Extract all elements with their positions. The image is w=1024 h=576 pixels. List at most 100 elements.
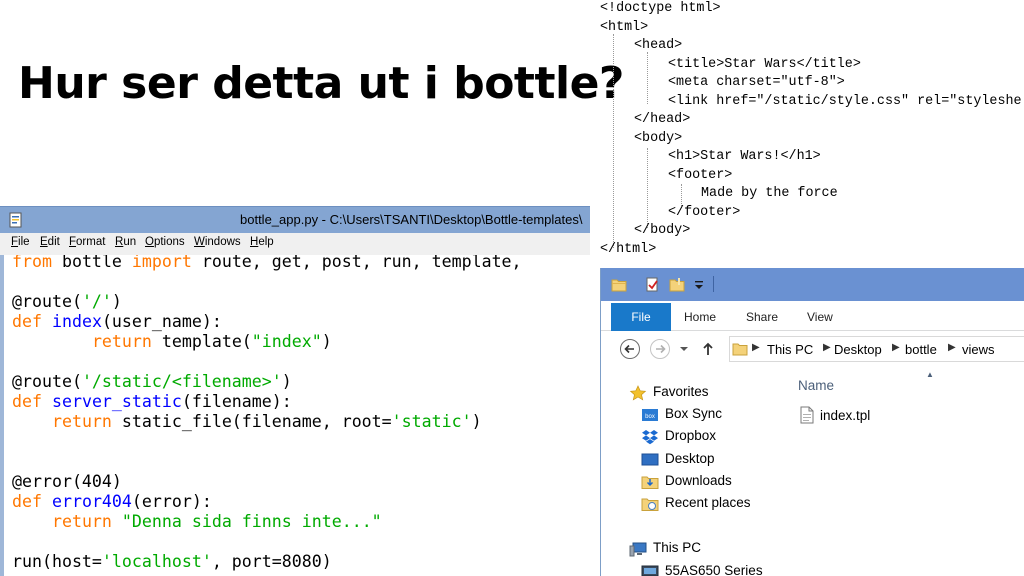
menu-label: dit <box>47 236 60 248</box>
chevron-right-icon[interactable]: ▶ <box>752 342 760 353</box>
chevron-right-icon[interactable]: ▶ <box>823 342 831 353</box>
code-keyword: def <box>12 312 42 331</box>
dropbox-icon <box>642 430 658 445</box>
nav-item-label: Desktop <box>665 451 715 466</box>
breadcrumb-bottle[interactable]: bottle <box>905 342 937 357</box>
menu-edit[interactable]: Edit <box>40 236 60 248</box>
menu-run[interactable]: Run <box>115 236 136 248</box>
indent-guide <box>647 148 648 228</box>
code-string: '/' <box>81 292 112 311</box>
menu-options[interactable]: Options <box>145 236 185 248</box>
menu-label: ormat <box>76 236 106 248</box>
breadcrumb-desktop[interactable]: Desktop <box>834 342 882 357</box>
code-text: static_file(filename, root= <box>111 412 392 431</box>
code-keyword: def <box>12 492 42 511</box>
code-text: (user_name): <box>101 312 222 331</box>
forward-arrow-icon[interactable] <box>649 338 671 360</box>
html-code-line: </head> <box>634 112 691 127</box>
customize-toolbar-icon[interactable] <box>691 277 707 292</box>
menu-help[interactable]: Help <box>250 236 274 248</box>
code-line: @route('/') <box>12 292 122 312</box>
properties-icon[interactable] <box>644 277 660 292</box>
star-icon <box>629 385 647 401</box>
ribbon-tab-home[interactable]: Home <box>684 310 716 324</box>
idle-titlebar[interactable]: bottle_app.py - C:\Users\TSANTI\Desktop\… <box>0 206 590 233</box>
code-keyword: return <box>51 512 112 531</box>
html-code-line: </html> <box>600 241 657 257</box>
breadcrumb-views[interactable]: views <box>962 342 995 357</box>
html-code-line: <h1>Star Wars!</h1> <box>668 149 821 164</box>
python-file-icon[interactable] <box>8 212 24 228</box>
code-keyword: return <box>91 332 152 351</box>
menu-mnemonic: O <box>145 236 154 248</box>
chevron-right-icon[interactable]: ▶ <box>892 342 900 353</box>
folder-icon[interactable] <box>611 277 627 292</box>
code-string: 'localhost' <box>101 552 212 571</box>
code-function-name: server_static <box>51 392 182 411</box>
computer-icon <box>629 542 647 557</box>
column-header-name[interactable]: Name <box>798 378 834 393</box>
new-folder-icon[interactable] <box>669 277 685 292</box>
code-keyword: import <box>131 255 192 271</box>
code-line: def error404(error): <box>12 492 212 512</box>
sort-ascending-icon: ▲ <box>926 370 934 379</box>
recent-places-icon <box>641 498 659 511</box>
toolbar-divider <box>713 276 714 292</box>
html-code-line: <body> <box>634 130 683 146</box>
idle-window-title: bottle_app.py - C:\Users\TSANTI\Desktop\… <box>240 212 583 227</box>
slide-title: Hur ser detta ut i bottle? <box>18 58 624 109</box>
ribbon-tab-share[interactable]: Share <box>746 310 778 324</box>
menu-file[interactable]: File <box>11 236 30 248</box>
html-code-line: </footer> <box>668 204 741 220</box>
code-text: run(host= <box>12 552 102 571</box>
code-editor[interactable]: from bottle import route, get, post, run… <box>0 255 590 576</box>
code-text: bottle <box>51 255 132 271</box>
media-device-icon <box>641 565 659 576</box>
ribbon-tab-view[interactable]: View <box>807 310 833 324</box>
box-sync-icon: box <box>642 409 658 421</box>
html-code-line: Made by the force <box>701 186 838 201</box>
code-string: "Denna sida finns inte..." <box>121 512 382 531</box>
ribbon-tab-file[interactable]: File <box>611 303 671 331</box>
navigation-pane: Favorites box Box Sync Dropbox Desktop D… <box>601 368 786 576</box>
code-text: route, get, post, run, template, <box>191 255 532 271</box>
recent-locations-chevron-icon[interactable] <box>677 338 691 360</box>
file-explorer-window: File Home Share View ▶ This PC ▶ Desktop <box>600 268 1024 576</box>
explorer-titlebar[interactable] <box>601 268 1024 301</box>
menu-windows[interactable]: Windows <box>194 236 241 248</box>
navigation-bar: ▶ This PC ▶ Desktop ▶ bottle ▶ views <box>601 332 1024 366</box>
code-line: run(host='localhost', port=8080) <box>12 552 332 572</box>
code-text: @route( <box>12 292 82 311</box>
code-line: def index(user_name): <box>12 312 222 332</box>
nav-item-label: 55AS650 Series <box>665 563 763 576</box>
html-code-line: <!doctype html> <box>600 1 721 16</box>
nav-item-label: Box Sync <box>665 406 723 421</box>
back-arrow-icon[interactable] <box>619 338 641 360</box>
chevron-right-icon[interactable]: ▶ <box>948 342 956 353</box>
menu-mnemonic: W <box>194 236 205 248</box>
breadcrumb-this-pc[interactable]: This PC <box>767 342 813 357</box>
code-line: return static_file(filename, root='stati… <box>12 412 482 432</box>
file-item[interactable]: index.tpl <box>798 404 998 426</box>
html-code-line: <meta charset="utf-8"> <box>668 75 845 90</box>
folder-icon <box>732 343 748 356</box>
indent-guide <box>647 52 648 104</box>
menu-mnemonic: F <box>69 236 77 248</box>
code-keyword: return <box>51 412 112 431</box>
menu-label: indows <box>204 236 241 248</box>
code-line: def server_static(filename): <box>12 392 292 412</box>
svg-text:box: box <box>645 414 655 420</box>
address-bar[interactable]: ▶ This PC ▶ Desktop ▶ bottle ▶ views <box>729 336 1024 362</box>
menu-label: ile <box>18 236 30 248</box>
code-keyword: def <box>12 392 42 411</box>
menu-format[interactable]: Format <box>69 236 105 248</box>
up-arrow-icon[interactable] <box>699 338 717 360</box>
code-text: ) <box>321 332 332 351</box>
nav-item-label: Downloads <box>665 473 732 488</box>
html-code-line: <footer> <box>668 167 733 183</box>
